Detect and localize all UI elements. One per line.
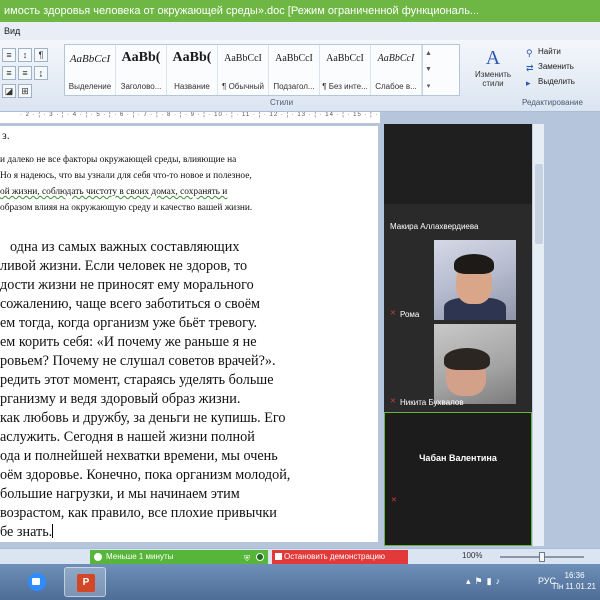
- video-panel-top: [384, 124, 532, 204]
- powerpoint-app-button[interactable]: P: [64, 567, 106, 597]
- muted-mic-icon: ✕: [390, 310, 396, 317]
- stop-icon: [275, 553, 282, 560]
- text-line: как любовь и дружбу, за деньги не купишь…: [0, 410, 286, 426]
- paragraph-small: и далеко не все факторы окружающей среды…: [0, 152, 378, 216]
- text-line: и далеко не все факторы окружающей среды…: [0, 155, 237, 165]
- powerpoint-icon: P: [77, 574, 95, 592]
- paragraph-tools: ≡ ↕ ¶ ≡ ≡ ↨ ◪ ⊞: [0, 46, 62, 98]
- sort-icon[interactable]: ↕: [18, 48, 32, 62]
- video-gallery-panel: Макира Аллахвердиева ✕ Рома ✕ Никита Бух…: [384, 124, 532, 546]
- share-status-icon: [94, 553, 102, 561]
- zoom-slider[interactable]: [500, 552, 584, 562]
- text-line: образом влияя на окружающую среду и каче…: [0, 203, 253, 213]
- replace-button[interactable]: ⇄ Заменить: [524, 59, 600, 74]
- zoom-app-button[interactable]: [20, 567, 54, 597]
- text-line: Но я надеюсь, что вы узнали для себя что…: [0, 171, 252, 181]
- more-styles-icon[interactable]: ▾: [427, 82, 431, 90]
- paragraph-main: одна из самых важных составляющих ливой …: [0, 238, 378, 542]
- text-line: возрастом, как правило, все плохие привы…: [0, 505, 277, 521]
- line-spacing-icon[interactable]: ↨: [34, 66, 48, 80]
- chevron-up-icon[interactable]: ▴: [466, 576, 475, 586]
- change-styles-button[interactable]: A Изменить стили: [466, 44, 520, 96]
- text-line: дости жизни не приносят ему морального: [0, 277, 254, 293]
- flag-icon[interactable]: ⚑: [475, 576, 487, 586]
- participant-video[interactable]: [434, 324, 516, 404]
- text-line-last: бе знать.: [0, 524, 54, 540]
- text-line: одна из самых важных составляющих: [10, 239, 240, 255]
- styles-group-label: Стили: [270, 98, 294, 107]
- style-tile-heading[interactable]: AaBb( Заголово...: [116, 45, 167, 95]
- horizontal-ruler[interactable]: · 2 · ¦ · 3 · ¦ · 4 · ¦ · 5 · ¦ · 6 · ¦ …: [0, 112, 380, 124]
- style-tile-subtitle[interactable]: AaBbCcI Подзагол...: [269, 45, 320, 95]
- participant-name: Рома: [400, 310, 420, 319]
- camera-icon: [32, 578, 40, 585]
- text-line: рганизму и ведя здоровый образ жизни.: [0, 391, 241, 407]
- vertical-scrollbar[interactable]: [532, 124, 544, 546]
- stop-share-button[interactable]: Остановить демонстрацию: [272, 550, 408, 564]
- participant-tile-active[interactable]: Чабан Валентина ✕: [384, 412, 532, 546]
- participant-name: Макира Аллахвердиева: [390, 222, 479, 231]
- pilcrow-icon[interactable]: ¶: [34, 48, 48, 62]
- border-icon[interactable]: ⊞: [18, 84, 32, 98]
- share-timer-indicator[interactable]: Меньше 1 минуты ⛨: [90, 550, 268, 564]
- text-caret: [52, 524, 54, 538]
- text-line: редить этот момент, стараясь уделять бол…: [0, 372, 274, 388]
- volume-icon[interactable]: ♪: [496, 576, 505, 586]
- screen: имость здоровья человека от окружающей с…: [0, 0, 600, 600]
- style-tile-normal[interactable]: AaBbCcI ¶ Обычный: [218, 45, 269, 95]
- find-button[interactable]: ⚲ Найти: [524, 44, 600, 59]
- muted-mic-icon: ✕: [390, 398, 396, 405]
- text-line: аслужить. Сегодня в нашей жизни полной: [0, 429, 255, 445]
- text-line: ливой жизни. Если человек не здоров, то: [0, 258, 248, 274]
- styles-gallery: AaBbCcI Выделение AaBb( Заголово... AaBb…: [64, 44, 460, 96]
- change-styles-icon: A: [485, 47, 501, 69]
- select-button[interactable]: ▸ Выделить: [524, 74, 600, 89]
- menu-bar: Вид: [0, 22, 600, 40]
- style-tile-emphasis[interactable]: AaBbCcI Выделение: [65, 45, 116, 95]
- participant-name: Никита Бухвалов: [400, 398, 464, 407]
- align-left-icon[interactable]: ≡: [2, 66, 16, 80]
- system-clock[interactable]: 16:36 Пн 11.01.21: [553, 570, 596, 592]
- network-icon[interactable]: ▮: [487, 576, 496, 586]
- styles-scroll[interactable]: ▲ ▼ ▾: [422, 45, 434, 95]
- participant-name: Чабан Валентина: [419, 453, 497, 463]
- text-line: ем корить себя: «И почему же раньше я не: [0, 334, 257, 350]
- zoom-slider-knob[interactable]: [539, 552, 545, 562]
- style-tile-no-spacing[interactable]: AaBbCcI ¶ Без инте...: [320, 45, 371, 95]
- zoom-level[interactable]: 100%: [462, 551, 482, 560]
- editing-group-label: Редактирование: [522, 98, 583, 107]
- ribbon: ≡ ↕ ¶ ≡ ≡ ↨ ◪ ⊞ AaBbCcI Выделение AaBb( …: [0, 40, 600, 112]
- scroll-down-icon[interactable]: ▼: [425, 66, 432, 73]
- list-icon[interactable]: ≡: [2, 48, 16, 62]
- tray-icons[interactable]: ▴⚑▮♪: [466, 576, 504, 587]
- shading-icon[interactable]: ◪: [2, 84, 16, 98]
- text-line: большие нагрузки, и мы начинаем этим: [0, 486, 240, 502]
- text-line: ода и полнейшей нехватки времени, мы оче…: [0, 448, 278, 464]
- window-title: имость здоровья человека от окружающей с…: [0, 0, 600, 22]
- text-line: ой жизни, соблюдать чистоту в своих дома…: [0, 187, 228, 197]
- text-line: ем тогда, когда организм уже бьёт тревог…: [0, 315, 258, 331]
- style-tile-title[interactable]: AaBb( Название: [167, 45, 218, 95]
- scrollbar-thumb[interactable]: [535, 164, 543, 244]
- text-line: оём здоровье. Конечно, пока организм мол…: [0, 467, 291, 483]
- muted-mic-icon: ✕: [391, 497, 397, 504]
- document-workarea: · 2 · ¦ · 3 · ¦ · 4 · ¦ · 5 · ¦ · 6 · ¦ …: [0, 112, 600, 548]
- text-fragment: з.: [2, 128, 10, 142]
- record-icon: [256, 553, 264, 561]
- taskbar: P ▴⚑▮♪ РУС 16:36 Пн 11.01.21: [0, 564, 600, 600]
- scroll-up-icon[interactable]: ▲: [425, 50, 432, 57]
- status-bar: Меньше 1 минуты ⛨ Остановить демонстраци…: [0, 548, 600, 564]
- style-tile-subtle[interactable]: AaBbCcI Слабое в...: [371, 45, 422, 95]
- menu-tab-view[interactable]: Вид: [4, 26, 20, 36]
- editing-group: ⚲ Найти ⇄ Заменить ▸ Выделить: [524, 44, 600, 98]
- select-icon: ▸: [526, 78, 531, 88]
- text-line: сожалению, чаще всего заботиться о своём: [0, 296, 260, 312]
- align-justify-icon[interactable]: ≡: [18, 66, 32, 80]
- document-page[interactable]: з. и далеко не все факторы окружающей ср…: [0, 126, 378, 542]
- text-line: ровьем? Почему не слушал советов врачей?…: [0, 353, 276, 369]
- participant-video[interactable]: [434, 240, 516, 320]
